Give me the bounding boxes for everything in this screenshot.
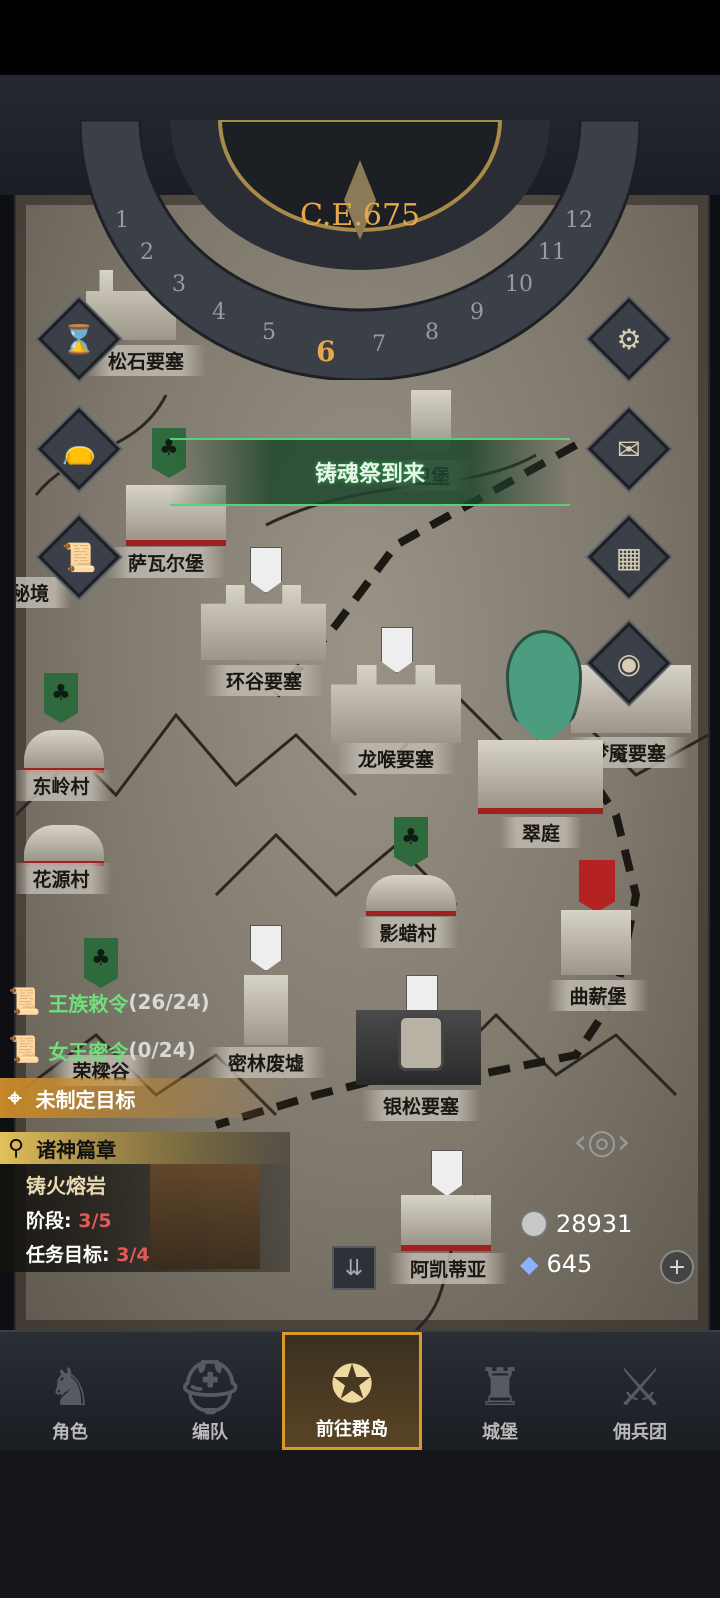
location-label[interactable]: 萨瓦尔堡 [105,547,227,578]
mercenary-icon: ⚔ [616,1358,664,1418]
goal-label: 未制定目标 [35,1087,136,1112]
quest-label: 女王密令 [48,1039,129,1064]
month-tick: 11 [538,240,566,265]
locate-button[interactable]: ‹◎› [552,1112,652,1172]
village-icon [24,825,104,866]
chapter-portrait [150,1164,260,1269]
chevron-down-icon: ⇊ [344,1255,364,1281]
location-label[interactable]: 曲薪堡 [547,980,649,1011]
scroll-icon: 📜 [8,987,41,1017]
stage-row: 阶段: 3/5 [26,1206,112,1233]
mail-icon: ✉ [617,432,641,466]
locate-icon: ‹◎› [573,1122,631,1162]
coin-icon: ◉ [616,646,642,680]
location-label[interactable]: 密林废墟 [205,1047,327,1078]
nav-label: 城堡 [482,1422,518,1443]
scroll-icon: 📜 [8,1035,41,1065]
castle-icon [478,740,603,814]
month-tick: 1 [115,208,129,233]
quest-royal-edict[interactable]: 📜 王族敕令 (26/24) [0,982,210,1022]
nav-islands[interactable]: ✪ 前往群岛 [282,1332,422,1450]
quest-progress: (0/24) [128,1038,196,1062]
bottom-nav: ♞ 角色 ⛑ 编队 ✪ 前往群岛 ♜ 城堡 ⚔ 佣兵团 [0,1330,720,1452]
month-tick: 7 [372,332,386,357]
grid-icon: ▦ [615,540,643,574]
village-icon [24,730,104,773]
silver-amount: 28931 [556,1210,633,1238]
location-label[interactable]: 环谷要塞 [203,665,325,696]
tower-icon [244,975,288,1045]
event-text: 铸魂祭到来 [314,462,425,487]
nav-label: 前往群岛 [316,1419,388,1440]
chapter-name: 铸火熔岩 [26,1174,106,1198]
scroll-icon: 📜 [61,540,97,574]
current-month: 6 [316,335,336,368]
month-tick: 3 [172,272,186,297]
task-label: 任务目标: [26,1244,117,1266]
location-label[interactable]: 花源村 [16,863,112,894]
silver-coin-icon [520,1210,548,1238]
month-tick: 4 [212,300,226,325]
nav-label: 佣兵团 [613,1422,667,1443]
collapse-button[interactable]: ⇊ [332,1246,376,1290]
quest-progress: (26/24) [128,990,210,1014]
plus-icon: + [667,1254,687,1280]
crystal-amount: 645 [546,1250,593,1278]
nav-character[interactable]: ♞ 角色 [0,1332,140,1450]
helmet-icon: ⛑ [176,1358,243,1418]
bag-icon: 👝 [61,432,97,466]
hourglass-icon: ⌛ [61,322,97,356]
target-icon: ⌖ [8,1084,22,1112]
nav-label: 角色 [52,1422,88,1443]
compass-icon: ✪ [330,1355,374,1415]
search-icon: ⚲ [8,1135,25,1161]
month-tick: 10 [505,272,533,297]
chapter-title-bar: ⚲ 诸神篇章 [0,1132,290,1164]
goal-row[interactable]: ⌖ 未制定目标 [0,1078,290,1118]
stage-label: 阶段: [26,1210,79,1232]
month-tick: 2 [140,240,154,265]
location-label[interactable]: 翠庭 [499,817,583,848]
red-banner-icon [579,860,615,912]
nav-formation[interactable]: ⛑ 编队 [140,1332,280,1450]
green-banner-icon [44,673,78,723]
nav-mercenary[interactable]: ⚔ 佣兵团 [570,1332,710,1450]
month-tick: 9 [470,300,484,325]
crystal-resource: ◆ 645 [520,1250,592,1278]
event-banner[interactable]: 铸魂祭到来 [170,438,570,506]
month-tick: 8 [425,320,439,345]
tower-icon [561,910,631,975]
chapter-title: 诸神篇章 [36,1137,117,1162]
quest-queen-order[interactable]: 📜 女王密令 (0/24) [0,1030,196,1070]
location-label[interactable]: 东岭村 [16,770,112,801]
nav-label: 编队 [192,1422,228,1443]
castle-icon [401,1195,491,1251]
task-row: 任务目标: 3/4 [26,1240,150,1267]
month-tick: 12 [565,208,593,233]
bottom-bar [0,1450,720,1598]
location-label[interactable]: 阿凯蒂亚 [387,1253,509,1284]
village-icon [366,875,456,916]
silver-resource: 28931 [520,1210,632,1238]
knight-icon: ♞ [46,1358,94,1418]
location-label[interactable]: 影蜡村 [357,917,459,948]
lock-icon [398,1015,444,1071]
castle-icon: ♜ [476,1358,524,1418]
quest-label: 王族敕令 [48,991,129,1016]
nav-castle[interactable]: ♜ 城堡 [430,1332,570,1450]
chapter-panel[interactable]: ⚲ 诸神篇章 铸火熔岩 阶段: 3/5 任务目标: 3/4 [0,1132,290,1272]
green-banner-icon [84,938,118,988]
status-bar [0,0,720,75]
year-display: C.E.675 [300,198,421,233]
month-tick: 5 [262,320,276,345]
location-label[interactable]: 龙喉要塞 [335,743,457,774]
gear-icon: ⚙ [616,322,642,356]
stage-value: 3/5 [78,1210,112,1232]
task-value: 3/4 [116,1244,150,1266]
green-banner-icon [394,817,428,867]
crystal-icon: ◆ [520,1250,539,1278]
add-crystal-button[interactable]: + [660,1250,694,1284]
location-label[interactable]: 银松要塞 [360,1090,482,1121]
